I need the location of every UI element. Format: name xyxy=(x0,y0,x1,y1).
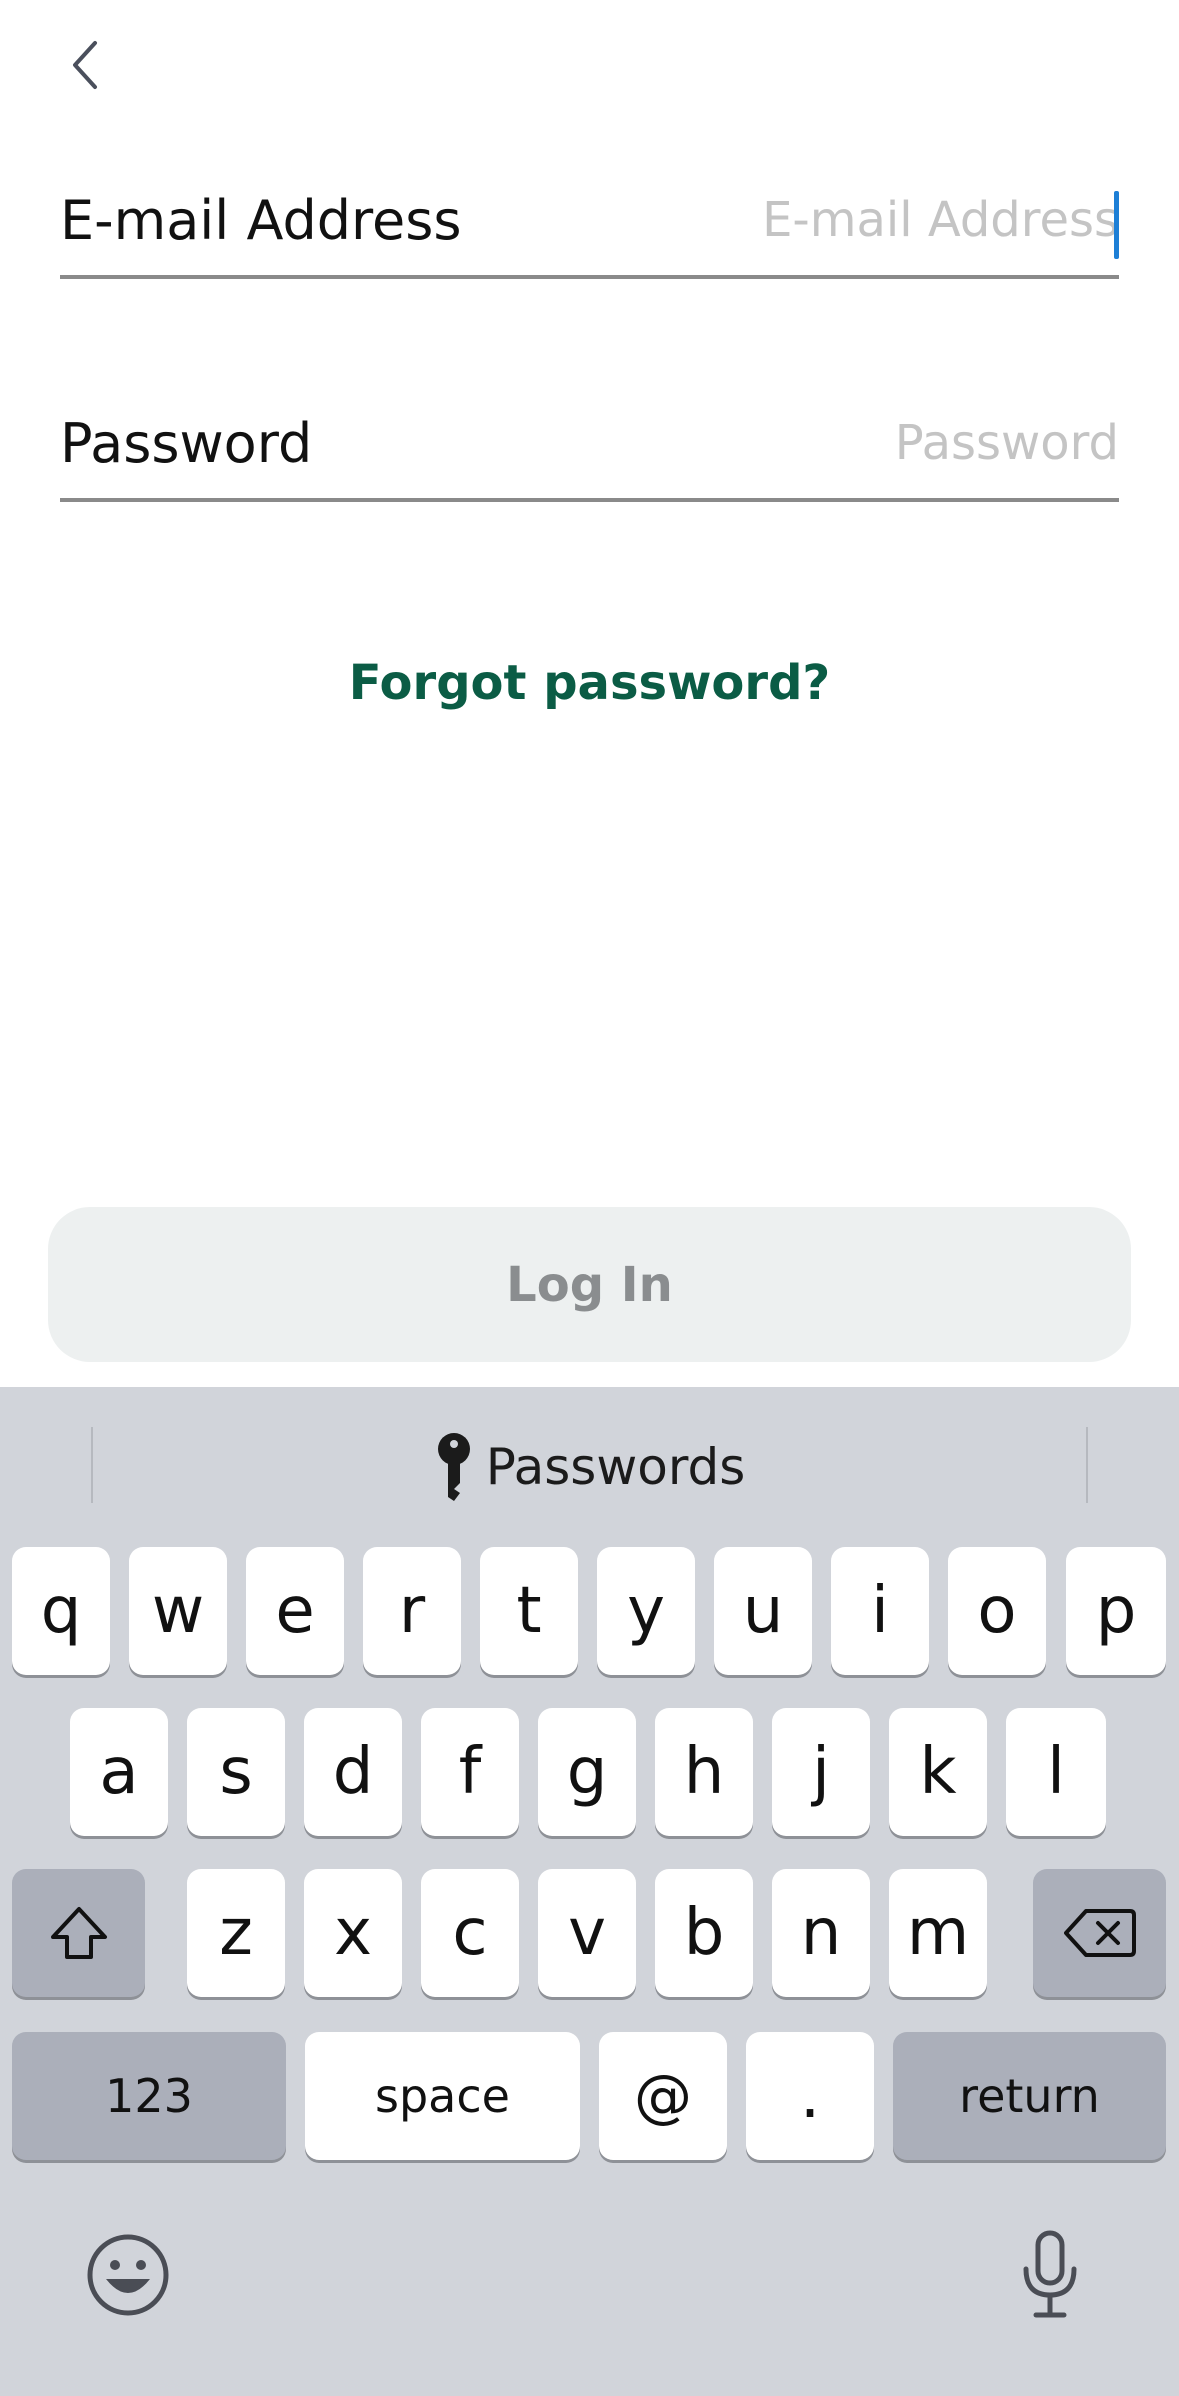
forgot-password-link[interactable]: Forgot password? xyxy=(0,655,1179,711)
key-e[interactable]: e xyxy=(246,1547,344,1675)
at-key[interactable]: @ xyxy=(599,2032,727,2160)
email-label: E-mail Address xyxy=(60,188,462,252)
password-label: Password xyxy=(60,411,313,475)
text-caret xyxy=(1114,191,1119,259)
microphone-button[interactable] xyxy=(1000,2225,1100,2325)
dot-key[interactable]: . xyxy=(746,2032,874,2160)
key-b[interactable]: b xyxy=(655,1869,753,1997)
key-l[interactable]: l xyxy=(1006,1708,1106,1836)
key-f[interactable]: f xyxy=(421,1708,519,1836)
key-j[interactable]: j xyxy=(772,1708,870,1836)
key-d[interactable]: d xyxy=(304,1708,402,1836)
key-k[interactable]: k xyxy=(889,1708,987,1836)
microphone-icon xyxy=(1023,2230,1077,2318)
emoji-icon xyxy=(87,2234,169,2316)
emoji-button[interactable] xyxy=(80,2227,176,2323)
key-c[interactable]: c xyxy=(421,1869,519,1997)
password-input[interactable] xyxy=(559,415,1119,471)
keyboard: Passwords q w e r t y u i o p a s d f g … xyxy=(0,1387,1179,2396)
shift-key[interactable] xyxy=(12,1869,145,1997)
key-x[interactable]: x xyxy=(304,1869,402,1997)
key-o[interactable]: o xyxy=(948,1547,1046,1675)
key-p[interactable]: p xyxy=(1066,1547,1166,1675)
shift-icon xyxy=(50,1907,107,1959)
key-h[interactable]: h xyxy=(655,1708,753,1836)
passwords-suggestion[interactable]: Passwords xyxy=(0,1427,1179,1507)
back-button[interactable] xyxy=(55,35,115,95)
backspace-icon xyxy=(1063,1909,1136,1957)
key-g[interactable]: g xyxy=(538,1708,636,1836)
key-s[interactable]: s xyxy=(187,1708,285,1836)
email-field-row[interactable]: E-mail Address xyxy=(60,165,1119,279)
passwords-label: Passwords xyxy=(485,1438,746,1496)
key-n[interactable]: n xyxy=(772,1869,870,1997)
return-key[interactable]: return xyxy=(893,2032,1166,2160)
key-w[interactable]: w xyxy=(129,1547,227,1675)
numbers-key[interactable]: 123 xyxy=(12,2032,286,2160)
key-y[interactable]: y xyxy=(597,1547,695,1675)
key-z[interactable]: z xyxy=(187,1869,285,1997)
space-key[interactable]: space xyxy=(305,2032,580,2160)
password-field-row[interactable]: Password xyxy=(60,388,1119,502)
key-icon xyxy=(437,1433,470,1501)
key-a[interactable]: a xyxy=(70,1708,168,1836)
key-r[interactable]: r xyxy=(363,1547,461,1675)
login-button[interactable]: Log In xyxy=(48,1207,1131,1362)
email-input[interactable] xyxy=(559,192,1119,248)
key-m[interactable]: m xyxy=(889,1869,987,1997)
key-v[interactable]: v xyxy=(538,1869,636,1997)
key-i[interactable]: i xyxy=(831,1547,929,1675)
keyboard-suggestion-bar: Passwords xyxy=(0,1387,1179,1537)
chevron-left-icon xyxy=(73,41,97,89)
key-q[interactable]: q xyxy=(12,1547,110,1675)
key-t[interactable]: t xyxy=(480,1547,578,1675)
key-u[interactable]: u xyxy=(714,1547,812,1675)
delete-key[interactable] xyxy=(1033,1869,1166,1997)
